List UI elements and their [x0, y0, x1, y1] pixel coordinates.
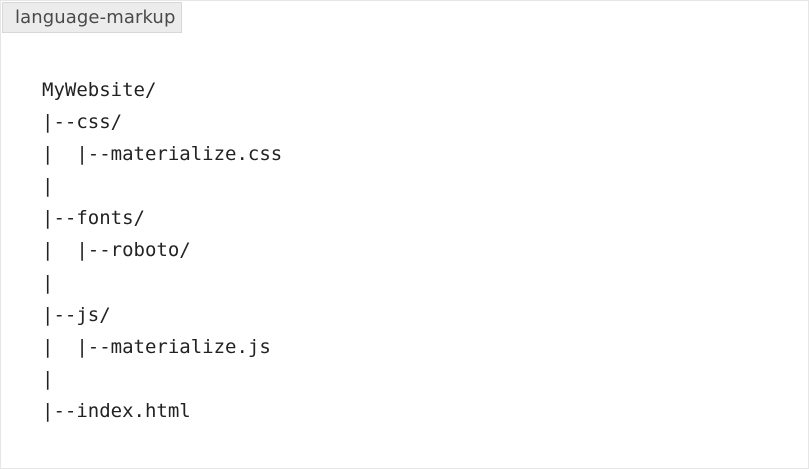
code-line: MyWebsite/	[42, 79, 157, 101]
code-line: |--css/	[42, 111, 123, 134]
language-label: language-markup	[2, 2, 182, 33]
code-line: | |--roboto/	[42, 239, 191, 262]
code-block: language-markup MyWebsite/ |--css/ | |--…	[0, 0, 809, 469]
code-line: |	[42, 271, 54, 294]
code-line: |--index.html	[42, 399, 191, 422]
code-line: |--fonts/	[42, 207, 145, 230]
code-line: |--js/	[42, 303, 111, 326]
code-line: |	[42, 175, 54, 198]
code-line: | |--materialize.css	[42, 143, 283, 166]
code-line: | |--materialize.js	[42, 335, 271, 358]
code-lines: MyWebsite/ |--css/ | |--materialize.css …	[42, 74, 282, 427]
code-line: |	[42, 367, 54, 390]
